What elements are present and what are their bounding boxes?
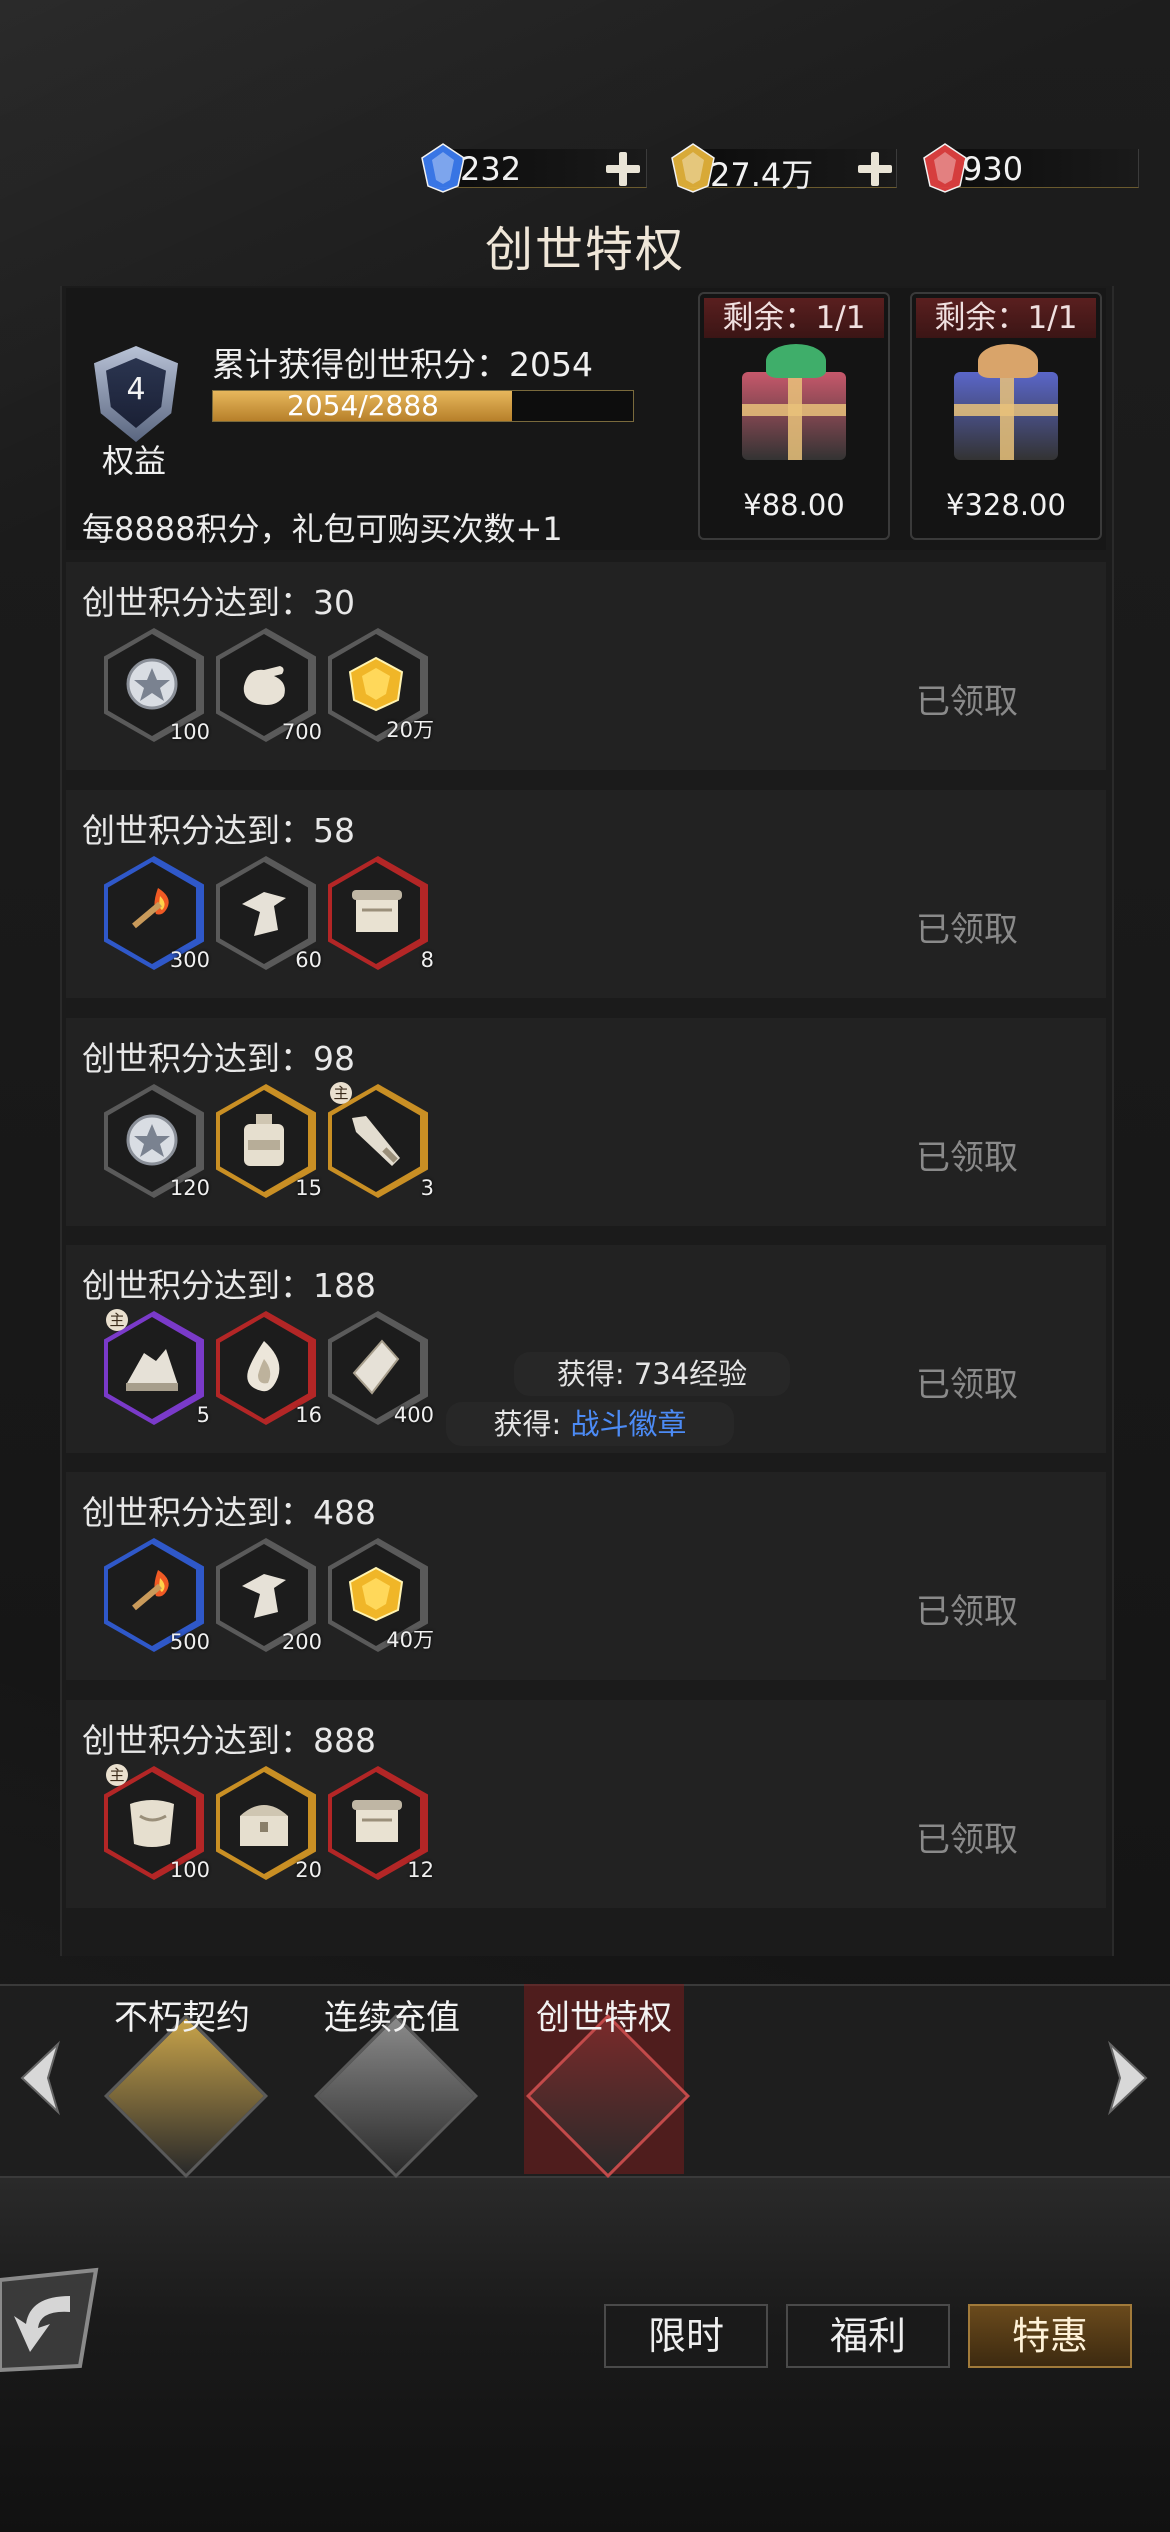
exp-toast-text: 获得: 734经验: [556, 1357, 748, 1391]
tab-label: 不朽契约: [114, 1998, 250, 2038]
tab-2[interactable]: 连续充值: [292, 1990, 492, 2179]
reward-item[interactable]: 400: [326, 1311, 434, 1429]
reward-item[interactable]: 500: [102, 1538, 210, 1656]
reward-item[interactable]: 700: [214, 628, 322, 746]
milestone-label: 创世积分达到：488: [82, 1493, 376, 1532]
gift-price: ¥328.00: [946, 488, 1066, 522]
chevron-right-icon: [1107, 2040, 1148, 2116]
reward-item[interactable]: 40万: [326, 1538, 434, 1656]
reward-item[interactable]: 8: [326, 856, 434, 974]
claimed-status: 已领取: [916, 910, 1018, 950]
reward-item[interactable]: 主3: [326, 1082, 434, 1202]
milestone-row: 创世积分达到：888 主 100 20 12 已领取: [66, 1700, 1106, 1908]
remaining-count: 剩余：1/1: [704, 298, 884, 338]
add-currency-button[interactable]: [858, 152, 892, 186]
points-progress-bar: 2054/2888: [212, 390, 634, 422]
rank-level: 4: [126, 372, 146, 407]
claimed-status: 已领取: [916, 1365, 1018, 1405]
rule-text: 每8888积分，礼包可购买次数+1: [82, 510, 563, 548]
main-tag: 主: [330, 1082, 352, 1104]
gift-price: ¥88.00: [743, 488, 845, 522]
reward-quantity: 5: [196, 1403, 210, 1427]
reward-quantity: 16: [295, 1403, 322, 1427]
milestone-row: 创世积分达到：58 300 60 8 已领取: [66, 790, 1106, 998]
gold-gem-value: 27.4万: [710, 156, 814, 194]
reward-quantity: 40万: [386, 1628, 434, 1652]
tab-label: 连续充值: [324, 1998, 460, 2038]
reward-quantity: 60: [295, 948, 322, 972]
progress-text: 2054/2888: [287, 389, 439, 422]
bottom-button-2[interactable]: 福利: [786, 2304, 950, 2368]
reward-item[interactable]: 60: [214, 856, 322, 974]
reward-item[interactable]: 300: [102, 856, 210, 974]
reward-quantity: 20: [295, 1858, 322, 1882]
milestone-label: 创世积分达到：188: [82, 1266, 376, 1305]
bottom-button-1[interactable]: 限时: [604, 2304, 768, 2368]
reward-quantity: 400: [393, 1403, 434, 1427]
reward-quantity: 300: [169, 948, 210, 972]
reward-item[interactable]: 200: [214, 1538, 322, 1656]
milestone-label: 创世积分达到：98: [82, 1039, 355, 1078]
rights-label[interactable]: 权益: [102, 436, 166, 482]
tab-3[interactable]: 创世特权: [504, 1984, 704, 2179]
blue-gem-value: 232: [460, 150, 522, 188]
reward-quantity: 100: [169, 720, 210, 744]
reward-item[interactable]: 主 100: [102, 1764, 210, 1884]
red-gem-balance: 930: [922, 143, 1139, 193]
reward-item[interactable]: 20: [214, 1766, 322, 1884]
page-title: 创世特权: [484, 222, 685, 278]
reward-item[interactable]: 20万: [326, 628, 434, 746]
item-toast: 获得: 战斗徽章: [446, 1402, 734, 1446]
tab-prev-arrow[interactable]: [14, 2040, 64, 2116]
reward-item[interactable]: 主5: [102, 1309, 210, 1429]
exp-toast: 获得: 734经验: [514, 1352, 790, 1396]
reward-item[interactable]: 100: [102, 628, 210, 746]
reward-item[interactable]: 15: [214, 1084, 322, 1202]
reward-quantity: 500: [169, 1630, 210, 1654]
claimed-status: 已领取: [916, 1138, 1018, 1178]
reward-quantity: 120: [169, 1176, 210, 1200]
bottom-button-3[interactable]: 特惠: [968, 2304, 1132, 2368]
claimed-status: 已领取: [916, 1820, 1018, 1860]
accumulated-points-label: 累计获得创世积分：2054: [212, 345, 593, 384]
milestone-label: 创世积分达到：30: [82, 583, 355, 622]
reward-item[interactable]: 12: [326, 1766, 434, 1884]
reward-quantity: 700: [281, 720, 322, 744]
item-toast-link[interactable]: 战斗徽章: [570, 1407, 686, 1441]
reward-quantity: 200: [281, 1630, 322, 1654]
milestone-row: 创世积分达到：98 120 15 主 3 已领取: [66, 1018, 1106, 1226]
reward-quantity: 100: [169, 1858, 210, 1882]
main-tag: 主: [106, 1764, 128, 1786]
add-currency-button[interactable]: [606, 152, 640, 186]
back-button[interactable]: [0, 2266, 104, 2374]
milestone-row: 创世积分达到：30 100 700 20万 已领取: [66, 562, 1106, 770]
claimed-status: 已领取: [916, 682, 1018, 722]
milestone-row: 创世积分达到：488 500 200 40万 已领取: [66, 1472, 1106, 1680]
remaining-count: 剩余：1/1: [916, 298, 1096, 338]
gift-pack-2[interactable]: 剩余：1/1 ¥328.00: [910, 292, 1102, 540]
reward-item[interactable]: 120: [102, 1084, 210, 1202]
claimed-status: 已领取: [916, 1592, 1018, 1632]
chevron-left-icon: [20, 2040, 61, 2116]
tab-label: 创世特权: [536, 1998, 672, 2038]
main-tag: 主: [106, 1309, 128, 1331]
reward-quantity: 15: [295, 1176, 322, 1200]
tab-1[interactable]: 不朽契约: [82, 1990, 282, 2179]
item-toast-prefix: 获得:: [493, 1407, 571, 1441]
reward-quantity: 8: [420, 948, 434, 972]
red-gem-value: 930: [962, 150, 1024, 188]
reward-quantity: 12: [407, 1858, 434, 1882]
reward-quantity: 20万: [386, 718, 434, 742]
reward-quantity: 3: [420, 1176, 434, 1200]
gift-pack-1[interactable]: 剩余：1/1 ¥88.00: [698, 292, 890, 540]
milestone-label: 创世积分达到：58: [82, 811, 355, 850]
back-arrow-icon: [0, 2267, 99, 2373]
tab-next-arrow[interactable]: [1104, 2040, 1154, 2116]
reward-item[interactable]: 16: [214, 1311, 322, 1429]
milestone-label: 创世积分达到：888: [82, 1721, 376, 1760]
